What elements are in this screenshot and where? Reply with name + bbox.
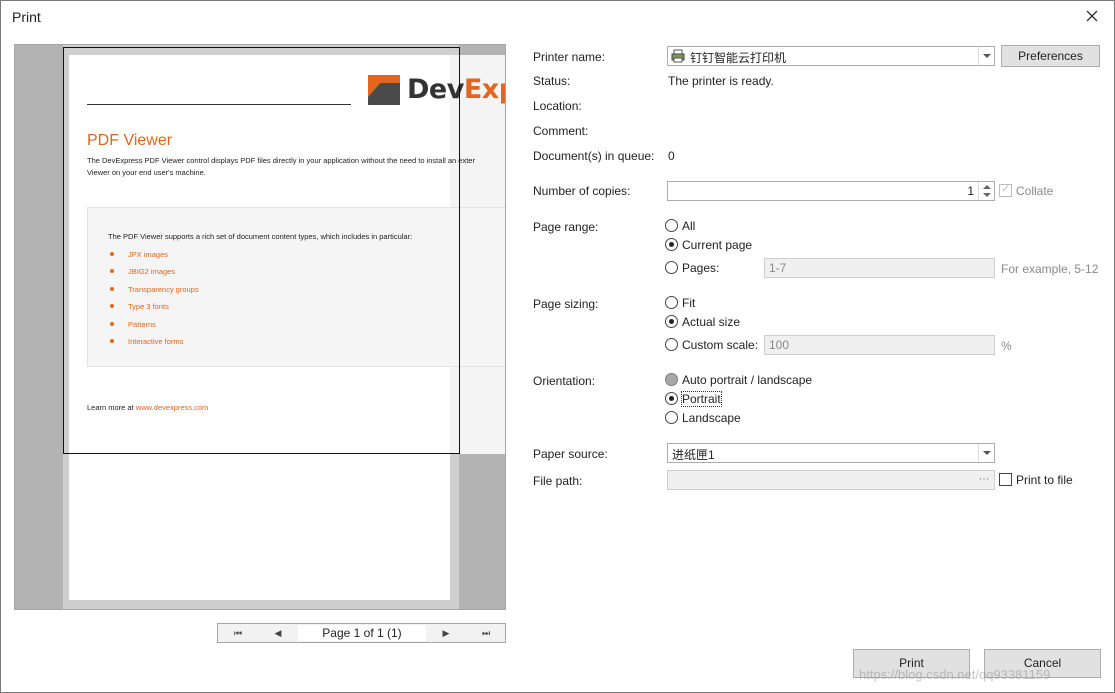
orient-auto-radio[interactable]: [665, 373, 678, 386]
preferences-button[interactable]: Preferences: [1001, 45, 1100, 67]
percent-label: %: [1001, 339, 1012, 353]
print-preview[interactable]: DevExp PDF Viewer The DevExpress PDF Vie…: [14, 44, 506, 610]
spin-up-icon: [983, 185, 991, 189]
prev-page-icon[interactable]: ◀: [258, 624, 298, 642]
paper-source-label: Paper source:: [533, 447, 608, 461]
orient-landscape-label: Landscape: [682, 411, 741, 425]
comment-label: Comment:: [533, 124, 589, 138]
printer-name-select[interactable]: 钉钉智能云打印机: [667, 46, 995, 66]
paper-source-select[interactable]: 进纸匣1: [667, 443, 995, 463]
sizing-fit-label: Fit: [682, 296, 696, 310]
preview-viewport-frame: [63, 47, 460, 454]
printer-icon: [671, 49, 685, 63]
file-path-label: File path:: [533, 474, 583, 488]
sizing-fit-radio[interactable]: [665, 296, 678, 309]
orient-landscape-radio[interactable]: [665, 411, 678, 424]
range-pages-radio[interactable]: [665, 261, 678, 274]
sizing-custom-radio[interactable]: [665, 338, 678, 351]
collate-checkbox[interactable]: [999, 182, 1012, 197]
range-current-label: Current page: [682, 238, 753, 252]
file-path-input[interactable]: ···: [667, 470, 995, 490]
chevron-down-icon[interactable]: [978, 47, 994, 65]
location-label: Location:: [533, 99, 582, 113]
next-page-icon[interactable]: ▶: [426, 624, 466, 642]
print-to-file-checkbox[interactable]: [999, 473, 1012, 486]
sizing-actual-label: Actual size: [682, 315, 741, 329]
page-sizing-label: Page sizing:: [533, 297, 599, 311]
orient-portrait-label: Portrait: [681, 391, 722, 407]
collate-label: Collate: [1016, 184, 1054, 198]
status-label: Status:: [533, 74, 571, 88]
browse-button[interactable]: ···: [974, 471, 994, 489]
printer-name-label: Printer name:: [533, 50, 606, 64]
cancel-button[interactable]: Cancel: [984, 649, 1101, 678]
spin-buttons[interactable]: [978, 182, 994, 200]
pages-hint: For example, 5-12: [1001, 262, 1099, 276]
range-all-label: All: [682, 219, 696, 233]
print-to-file-label: Print to file: [1016, 473, 1073, 487]
orient-portrait-radio[interactable]: [665, 392, 678, 405]
range-pages-label: Pages:: [682, 261, 720, 275]
custom-scale-input[interactable]: 100: [764, 335, 995, 355]
orientation-label: Orientation:: [533, 374, 596, 388]
spin-down-icon: [983, 193, 991, 197]
range-current-radio[interactable]: [665, 238, 678, 251]
range-all-radio[interactable]: [665, 219, 678, 232]
sizing-custom-label: Custom scale:: [682, 338, 759, 352]
page-navigator: ⏮ ◀ Page 1 of 1 (1) ▶ ⏭: [217, 623, 506, 643]
queue-label: Document(s) in queue:: [533, 149, 655, 163]
status-value: The printer is ready.: [668, 74, 774, 88]
chevron-down-icon[interactable]: [978, 444, 994, 462]
first-page-icon[interactable]: ⏮: [218, 624, 258, 642]
page-indicator: Page 1 of 1 (1): [298, 625, 426, 641]
close-icon[interactable]: [1083, 7, 1101, 25]
pages-input[interactable]: 1-7: [764, 258, 995, 278]
orient-auto-label: Auto portrait / landscape: [682, 373, 813, 387]
queue-value: 0: [668, 149, 675, 163]
copies-label: Number of copies:: [533, 184, 631, 198]
print-button[interactable]: Print: [853, 649, 970, 678]
print-dialog: Print DevExp PDF Viewer The DevExpress P…: [0, 0, 1115, 693]
copies-stepper[interactable]: 1: [667, 181, 995, 201]
dialog-title: Print: [12, 9, 41, 25]
page-range-label: Page range:: [533, 220, 599, 234]
sizing-actual-radio[interactable]: [665, 315, 678, 328]
last-page-icon[interactable]: ⏭: [466, 624, 506, 642]
